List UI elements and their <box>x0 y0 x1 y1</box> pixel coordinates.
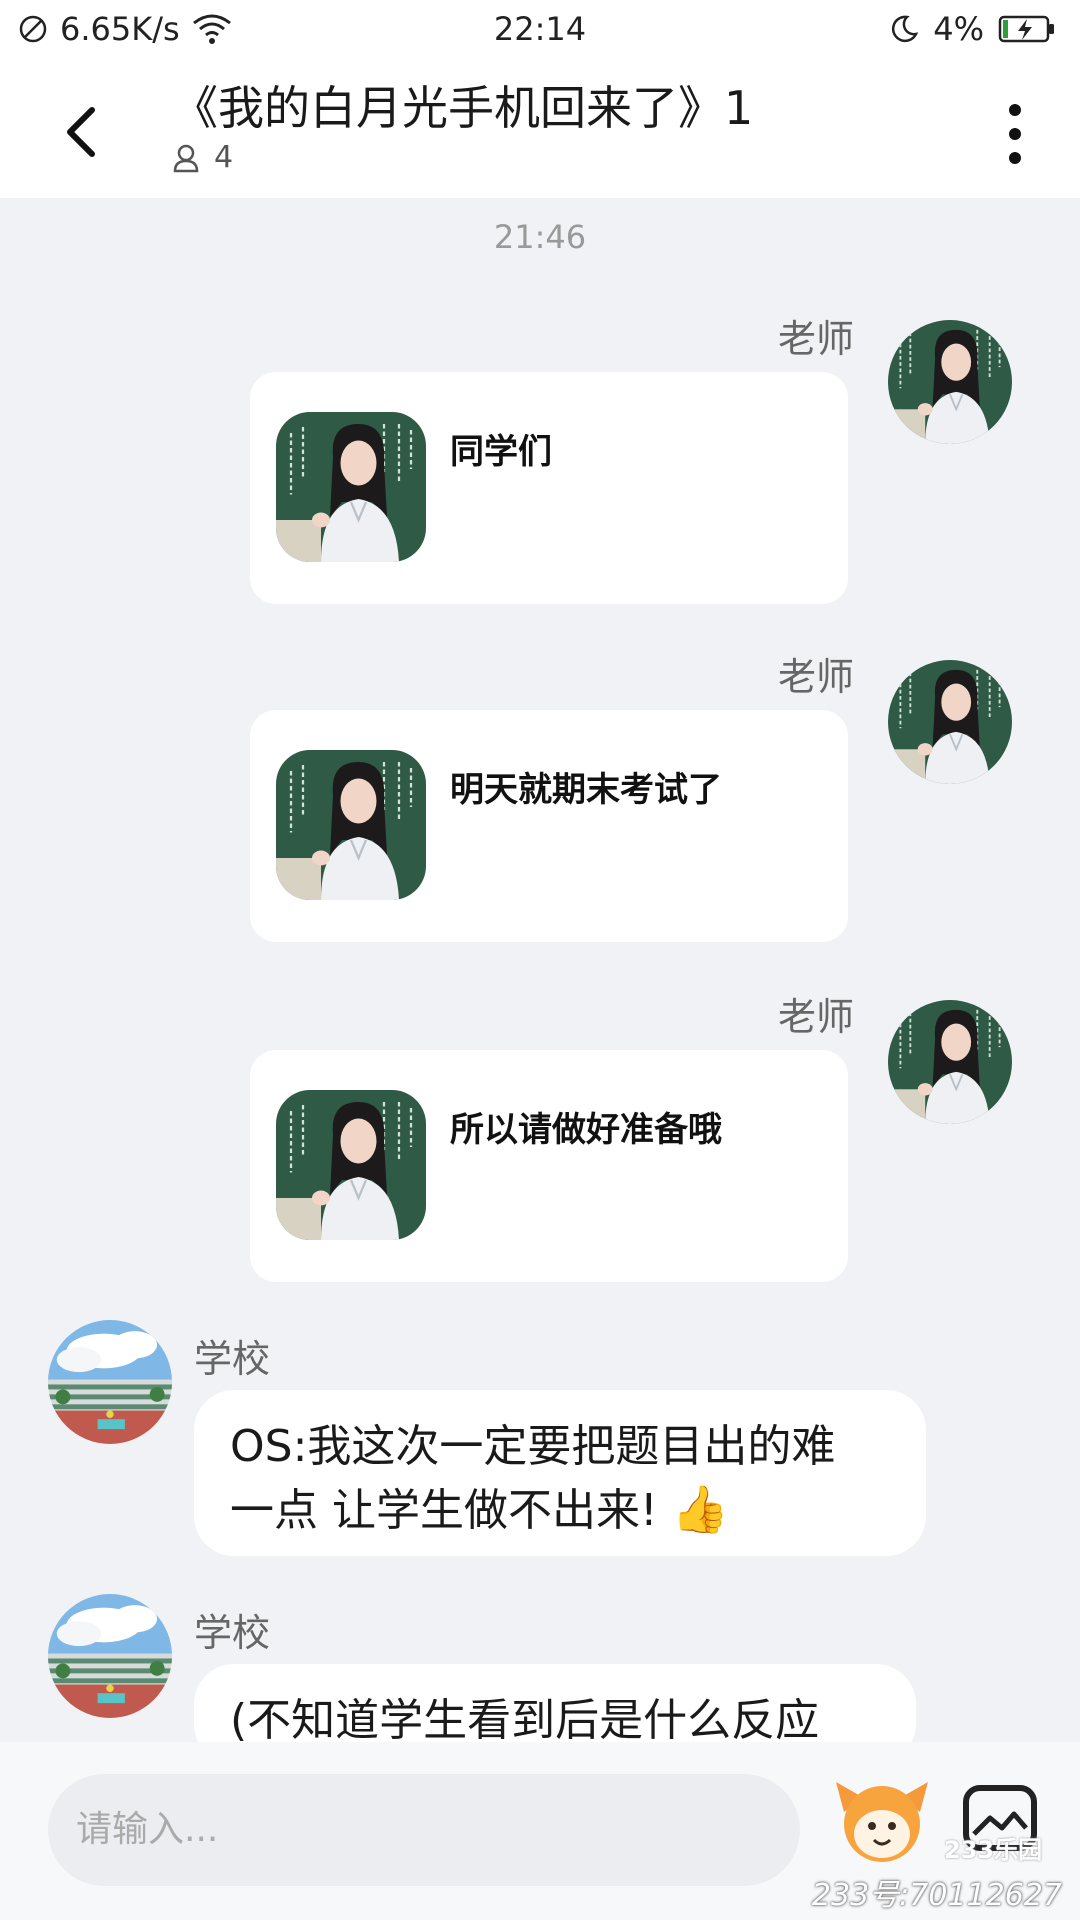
card-thumbnail <box>276 412 426 562</box>
back-icon[interactable] <box>52 96 112 166</box>
sender-name: 老师 <box>778 317 855 361</box>
avatar[interactable] <box>888 1000 1012 1124</box>
message-text-line2: 一点 让学生做不出来! 👍 <box>230 1482 729 1536</box>
emoji-face-icon[interactable] <box>834 1772 930 1868</box>
moon-icon <box>892 15 919 43</box>
status-bar: 6.65K/s 22:14 4% <box>0 0 1080 60</box>
message-card[interactable]: 所以请做好准备哦 <box>250 1050 848 1282</box>
battery-percent: 4% <box>933 10 984 48</box>
chat-header: 《我的白月光手机回来了》1 4 <box>0 60 1080 198</box>
sender-name: 老师 <box>778 655 855 699</box>
status-right: 4% <box>889 10 1056 48</box>
card-thumbnail <box>276 1090 426 1240</box>
sender-name: 老师 <box>778 995 855 1039</box>
card-text: 同学们 <box>450 432 552 472</box>
battery-charging-icon <box>998 15 1054 43</box>
chat-timestamp: 21:46 <box>493 218 587 256</box>
message-bubble[interactable]: OS:我这次一定要把题目出的难 一点 让学生做不出来! 👍 <box>194 1390 926 1556</box>
sender-name: 学校 <box>194 1611 271 1655</box>
sender-name: 学校 <box>194 1337 271 1381</box>
avatar[interactable] <box>48 1320 172 1444</box>
message-text-line1: OS:我这次一定要把题目出的难 <box>230 1421 836 1472</box>
watermark-logo: 233乐园 <box>944 1836 1043 1864</box>
member-count[interactable]: 4 <box>172 140 233 175</box>
person-icon <box>173 144 199 172</box>
more-vertical-icon[interactable] <box>998 98 1032 170</box>
card-thumbnail <box>276 750 426 900</box>
chat-title: 《我的白月光手机回来了》1 <box>172 81 754 135</box>
avatar[interactable] <box>48 1594 172 1718</box>
message-card[interactable]: 同学们 <box>250 372 848 604</box>
member-count-value: 4 <box>214 140 234 175</box>
message-input[interactable]: 请输入... <box>48 1774 800 1886</box>
message-card[interactable]: 明天就期末考试了 <box>250 710 848 942</box>
avatar[interactable] <box>888 660 1012 784</box>
thumbs-up-icon: 👍 <box>671 1482 729 1536</box>
input-bar: 请输入... 233乐园 233号:70112627 <box>0 1742 1080 1920</box>
card-text: 明天就期末考试了 <box>450 770 722 810</box>
avatar[interactable] <box>888 320 1012 444</box>
watermark-id: 233号:70112627 <box>811 1878 1062 1913</box>
card-text: 所以请做好准备哦 <box>450 1110 722 1150</box>
